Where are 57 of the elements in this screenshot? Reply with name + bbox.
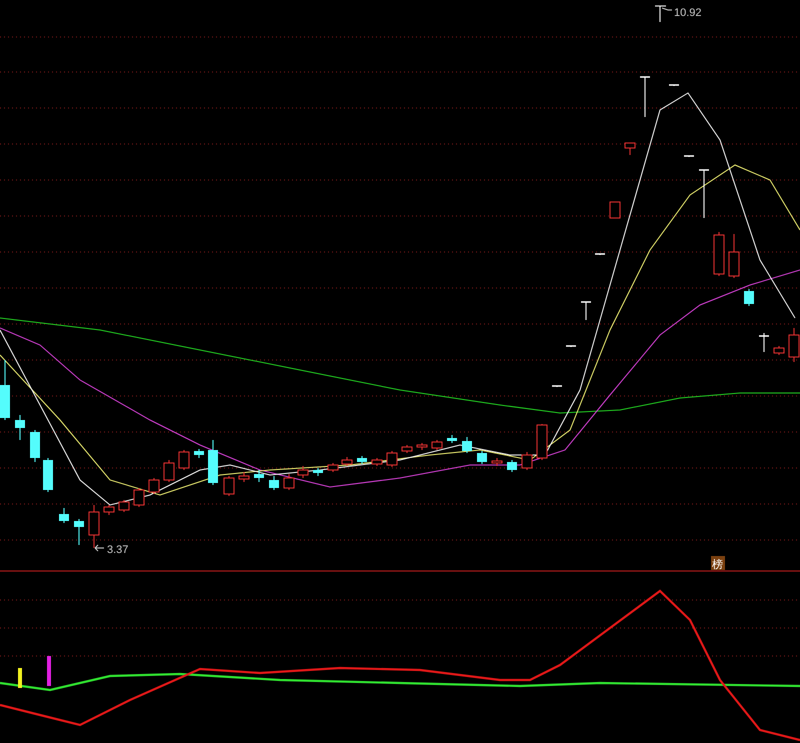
candlestick <box>728 234 740 278</box>
candlestick <box>699 169 709 218</box>
high-marker-icon <box>654 6 672 22</box>
candlestick <box>507 460 517 472</box>
candlestick <box>298 466 308 478</box>
candlestick <box>74 518 84 546</box>
candlestick <box>684 155 694 158</box>
candlestick <box>208 440 218 486</box>
candlestick <box>164 460 174 482</box>
low-price-label: 3.37 <box>107 544 128 556</box>
candlestick <box>774 346 784 356</box>
candlestick <box>624 142 636 156</box>
candlestick <box>566 345 576 348</box>
candlestick <box>134 488 144 508</box>
candlestick <box>224 476 234 496</box>
candlestick <box>581 301 591 320</box>
candlestick <box>744 288 754 306</box>
candlestick <box>148 478 160 494</box>
candlestick <box>759 332 769 352</box>
candlestick <box>714 232 724 276</box>
candlestick <box>15 414 25 440</box>
arrow-icon <box>94 544 104 552</box>
candlestick <box>669 84 679 86</box>
candlestick <box>178 450 190 470</box>
candlestick <box>118 500 130 512</box>
candlestick <box>313 468 323 476</box>
candlestick <box>595 253 605 256</box>
candlestick <box>104 504 114 516</box>
candlestick <box>640 76 650 118</box>
candlestick <box>328 462 338 472</box>
candlestick <box>522 452 532 470</box>
indicator-tag: 榜 <box>711 556 725 571</box>
candlestick <box>477 450 487 464</box>
candlestick <box>432 440 442 450</box>
candlestick <box>43 458 53 492</box>
candlestick <box>610 202 620 218</box>
candlestick <box>372 458 382 466</box>
candlestick <box>0 360 10 420</box>
candlestick <box>30 430 40 462</box>
candlestick <box>402 444 412 454</box>
candlestick <box>254 470 264 482</box>
candlestick <box>88 504 100 548</box>
candlestick <box>59 508 69 524</box>
candlestick <box>536 424 548 460</box>
high-price-label: 10.92 <box>674 7 702 19</box>
candlestick <box>238 472 250 482</box>
candlestick <box>386 450 398 468</box>
candlestick <box>342 456 352 466</box>
signal-bar <box>47 656 51 686</box>
signal-bar <box>18 668 22 688</box>
candlestick <box>552 385 562 388</box>
candlestick <box>194 448 204 458</box>
candlestick <box>447 434 457 444</box>
candlestick <box>462 436 472 454</box>
candlestick <box>284 474 294 490</box>
candlestick <box>357 456 367 464</box>
candlestick <box>269 476 279 490</box>
